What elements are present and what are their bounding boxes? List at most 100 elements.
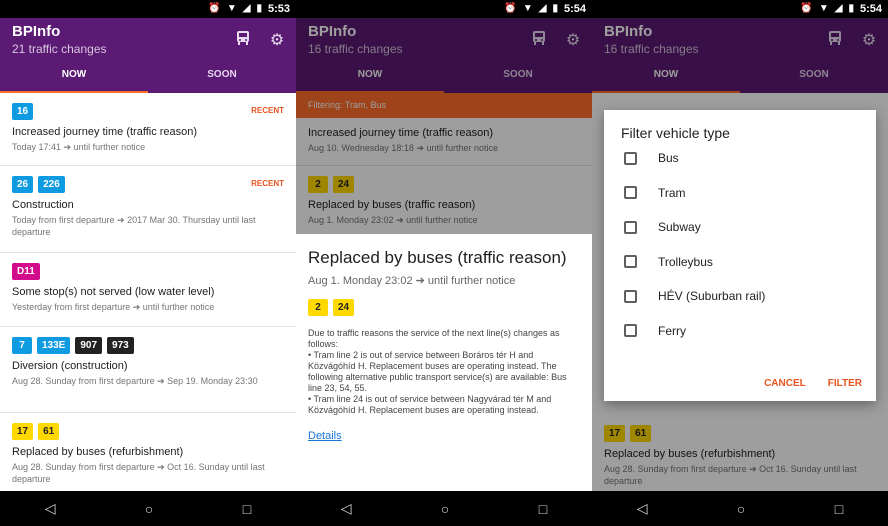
battery-icon: ▮ [848,3,854,14]
battery-icon: ▮ [256,3,262,14]
description-intro: Due to traffic reasons the service of th… [308,328,560,349]
item-title: Increased journey time (traffic reason) [12,126,198,138]
details-link[interactable]: Details [308,430,580,442]
bus-icon[interactable] [233,30,253,51]
checkbox[interactable] [624,151,637,165]
signal-icon: ◢ [538,3,547,14]
option-label: Tram [658,185,686,200]
line-badge: 907 [75,337,103,354]
line-badge: 973 [107,337,134,354]
filter-button[interactable]: FILTER [828,378,862,389]
option-hev[interactable]: HÉV (Suburban rail) [604,279,876,314]
sheet-title: Replaced by buses (traffic reason) [308,248,567,267]
checkbox[interactable] [624,186,637,200]
line-badge: D11 [12,263,40,280]
option-label: HÉV (Suburban rail) [658,289,766,304]
recent-label: RECENT [251,179,284,188]
signal-icon: ◢ [242,3,251,14]
cancel-button[interactable]: CANCEL [764,378,806,389]
gear-icon[interactable]: ⚙ [267,30,287,50]
list-item[interactable]: D11 Some stop(s) not served (low water l… [0,253,296,327]
description-bullet: • Tram line 2 is out of service between … [308,350,567,393]
status-bar: ⏰ ▼ ◢ ▮ 5:54 [592,0,888,18]
line-badge: 24 [333,299,355,316]
alarm-icon: ⏰ [504,3,517,14]
option-label: Bus [658,151,679,166]
item-date: Today from first departure ➔ 2017 Mar 30… [12,215,256,237]
option-trolleybus[interactable]: Trolleybus [604,245,876,280]
change-count: 21 traffic changes [12,42,107,56]
item-title: Diversion (construction) [12,360,128,372]
nav-bar: ◁ ○ □ [296,491,592,526]
list-item[interactable]: 16 RECENT Increased journey time (traffi… [0,93,296,166]
line-badge: 17 [12,423,34,440]
home-icon[interactable]: ○ [737,501,745,517]
screen-filter-dialog: ⏰ ▼ ◢ ▮ 5:54 BPInfo 16 traffic changes ⚙… [592,0,888,526]
wifi-icon: ▼ [226,3,237,14]
description-bullet: • Tram line 24 is out of service between… [308,394,552,415]
line-badge: 26 [12,176,34,193]
detail-sheet: Replaced by buses (traffic reason) Aug 1… [296,234,592,491]
option-label: Trolleybus [658,254,713,269]
recent-label: RECENT [251,106,284,115]
item-title: Some stop(s) not served (low water level… [12,286,215,298]
list-item[interactable]: 26 226 RECENT Construction Today from fi… [0,166,296,253]
app-bar: BPInfo 21 traffic changes ⚙ NOW SOON [0,18,296,93]
line-badge: 16 [12,103,34,120]
line-badge: 61 [38,423,60,440]
option-ferry[interactable]: Ferry [604,314,876,349]
home-icon[interactable]: ○ [441,501,449,517]
line-badge: 226 [38,176,65,193]
option-subway[interactable]: Subway [604,210,876,245]
clock: 5:53 [267,3,290,15]
checkbox[interactable] [624,220,637,234]
option-label: Ferry [658,323,686,338]
tab-bar: NOW SOON [0,64,296,93]
sheet-date: Aug 1. Monday 23:02 ➔ until further noti… [308,275,516,287]
option-tram[interactable]: Tram [604,176,876,211]
back-icon[interactable]: ◁ [45,500,56,517]
wifi-icon: ▼ [522,3,533,14]
alarm-icon: ⏰ [800,3,813,14]
sheet-description: Due to traffic reasons the service of th… [308,328,580,416]
line-badge: 2 [308,299,328,316]
option-label: Subway [658,220,701,235]
item-date: Today 17:41 ➔ until further notice [12,142,146,152]
line-badge: 7 [12,337,32,354]
tab-soon[interactable]: SOON [148,64,296,93]
option-bus[interactable]: Bus [604,141,876,176]
status-bar: ⏰ ▼ ◢ ▮ 5:53 [0,0,296,18]
app-title: BPInfo [12,23,61,40]
checkbox[interactable] [624,255,637,269]
traffic-change-list: 16 RECENT Increased journey time (traffi… [0,93,296,491]
list-item[interactable]: 7 133E 907 973 Diversion (construction) … [0,327,296,413]
dialog-title: Filter vehicle type [621,125,730,141]
back-icon[interactable]: ◁ [637,500,648,517]
nav-bar: ◁ ○ □ [0,491,296,526]
item-title: Replaced by buses (refurbishment) [12,446,184,458]
battery-icon: ▮ [552,3,558,14]
checkbox[interactable] [624,324,637,338]
line-badge: 133E [37,337,71,354]
nav-bar: ◁ ○ □ [592,491,888,526]
wifi-icon: ▼ [818,3,829,14]
status-bar: ⏰ ▼ ◢ ▮ 5:54 [296,0,592,18]
recents-icon[interactable]: □ [243,501,251,517]
item-date: Aug 28. Sunday from first departure ➔ Oc… [12,462,265,484]
screen-now-list: ⏰ ▼ ◢ ▮ 5:53 BPInfo 21 traffic changes ⚙… [0,0,296,526]
list-item[interactable]: 17 61 Replaced by buses (refurbishment) … [0,413,296,493]
recents-icon[interactable]: □ [539,501,547,517]
recents-icon[interactable]: □ [835,501,843,517]
signal-icon: ◢ [834,3,843,14]
item-title: Construction [12,199,74,211]
tab-now[interactable]: NOW [0,64,148,93]
item-date: Aug 28. Sunday from first departure ➔ Se… [12,376,258,386]
clock: 5:54 [859,3,882,15]
screen-detail-sheet: ⏰ ▼ ◢ ▮ 5:54 BPInfo 16 traffic changes ⚙… [296,0,592,526]
checkbox[interactable] [624,289,637,303]
back-icon[interactable]: ◁ [341,500,352,517]
filter-dialog: Filter vehicle type Bus Tram Subway Trol… [604,110,876,401]
item-date: Yesterday from first departure ➔ until f… [12,302,215,312]
clock: 5:54 [563,3,586,15]
home-icon[interactable]: ○ [145,501,153,517]
